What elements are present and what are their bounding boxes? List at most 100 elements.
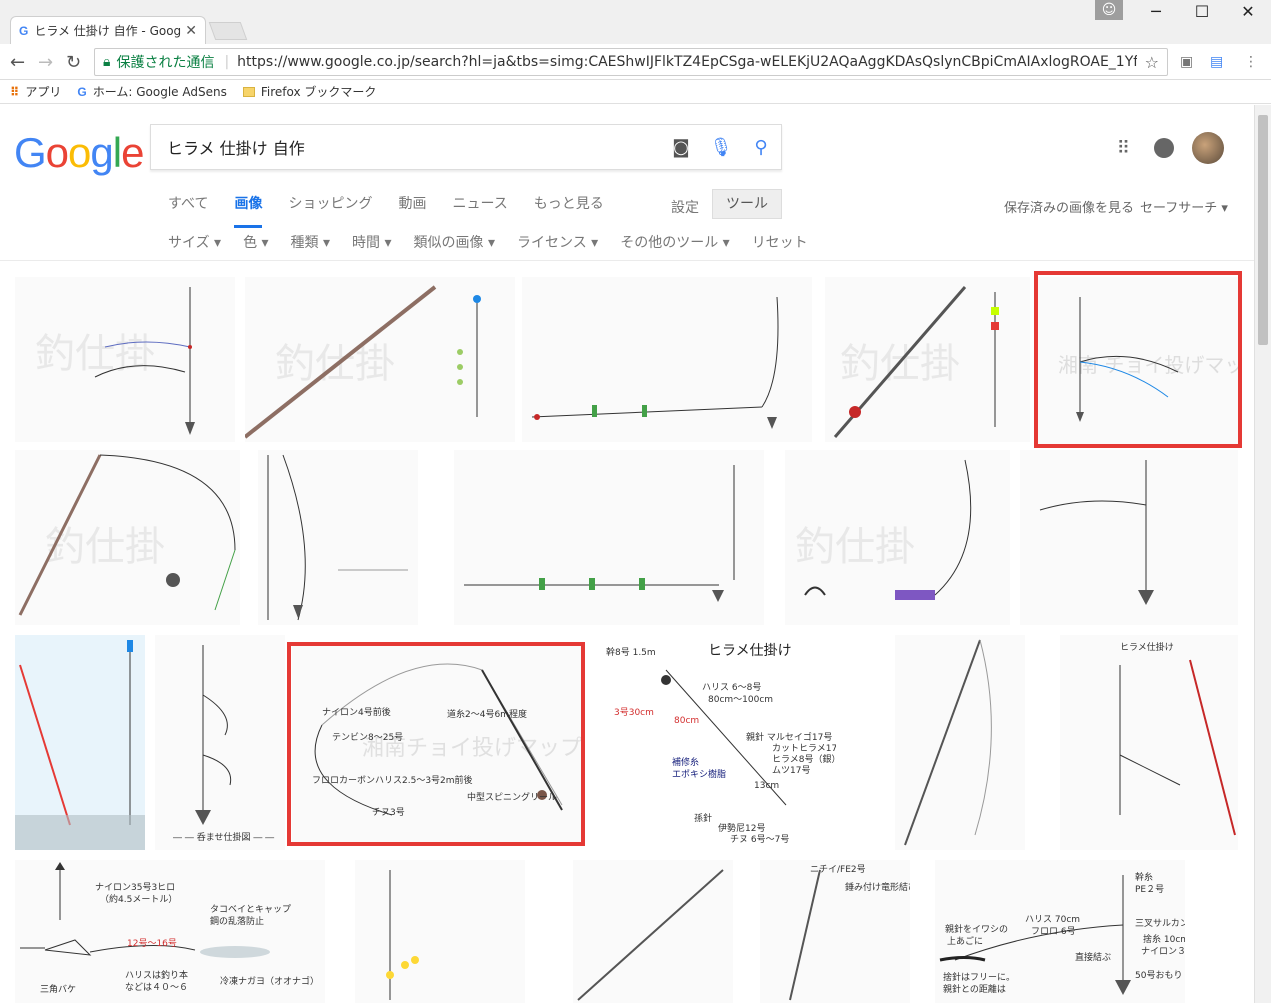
close-window-icon[interactable]: ✕ [1225, 0, 1271, 28]
label-oyabari4: ムツ17号 [772, 765, 810, 776]
result-image[interactable]: 釣仕掛 [245, 277, 515, 442]
minimize-icon[interactable]: ─ [1133, 0, 1179, 28]
extension-image-icon[interactable]: ▣ [1180, 54, 1193, 70]
notifications-icon[interactable] [1154, 138, 1174, 158]
result-image[interactable]: ナイロン35号3ヒロ （約4.5メートル） タコベイとキャップ 鋼の乱落防止 1… [15, 860, 325, 1003]
label-nylon3: ナイロン３号 [1141, 946, 1185, 957]
filter-time[interactable]: 時間 ▾ [352, 232, 391, 252]
tab-shopping[interactable]: ショッピング [288, 193, 372, 228]
tab-videos[interactable]: 動画 [398, 193, 426, 228]
fishing-rod-diagram: 釣仕掛 [245, 285, 481, 439]
rod-diagram [904, 639, 992, 846]
tools-filter-row: サイズ ▾ 色 ▾ 種類 ▾ 時間 ▾ 類似の画像 ▾ ライセンス ▾ その他の… [168, 232, 830, 252]
browser-titlebar: G ヒラメ 仕掛け 自作 - Googl ✕ ☺ ─ ☐ ✕ [0, 0, 1271, 44]
search-icon[interactable]: ⚲ [741, 137, 781, 158]
search-box[interactable]: ヒラメ 仕掛け 自作 ◙ 🎙︎ ⚲ [150, 124, 782, 170]
result-image[interactable]: 釣仕掛 [15, 277, 235, 442]
result-image[interactable] [258, 450, 418, 625]
bookmark-apps[interactable]: ⠿ アプリ [10, 83, 61, 100]
extension-translate-icon[interactable]: ▤ [1210, 54, 1223, 70]
result-image[interactable] [15, 635, 145, 850]
result-image[interactable] [522, 277, 812, 442]
filter-size[interactable]: サイズ ▾ [168, 232, 221, 252]
rig-diagram [1039, 460, 1154, 605]
label-choku: 直接結ぶ [1075, 951, 1111, 963]
avatar[interactable] [1192, 132, 1224, 164]
result-image[interactable]: 釣仕掛 [785, 450, 1010, 625]
lock-icon: 🔒︎ [103, 54, 111, 70]
camera-icon[interactable]: ◙ [661, 137, 701, 158]
settings-link[interactable]: 設定 [671, 197, 699, 217]
tab-more[interactable]: もっと見る [534, 193, 604, 228]
diagram-title: ヒラメ仕掛け [708, 643, 792, 659]
result-image[interactable] [355, 860, 525, 1003]
result-image[interactable]: 幹糸 PE２号 親針をイワシの 上あごに ハリス 70cm フロロ 6号 三叉サ… [935, 860, 1185, 1003]
label-sanbon: 三叉サルカン [1135, 918, 1185, 929]
result-image[interactable]: ヒラメ仕掛け [1060, 635, 1238, 850]
reset-link[interactable]: リセット [752, 232, 808, 252]
result-image[interactable]: ヒラメ仕掛け 幹8号 1.5m 3号30cm 80cm ハリス 6〜8号 80c… [596, 635, 836, 850]
back-icon[interactable]: ← [10, 52, 25, 73]
address-bar[interactable]: 🔒︎ 保護された通信 | https://www.google.co.jp/se… [94, 48, 1168, 76]
label-sute-free: 捨針はフリーに。 [943, 971, 1015, 983]
maximize-icon[interactable]: ☐ [1179, 0, 1225, 28]
oyabari-rig-diagram: 幹糸 PE２号 親針をイワシの 上あごに ハリス 70cm フロロ 6号 三叉サ… [939, 871, 1185, 995]
label-oyabari3: ヒラメ8号（銀） [772, 753, 836, 765]
tab-news[interactable]: ニュース [452, 193, 507, 228]
label-nishikou: ニチイ/FE2号 [810, 864, 866, 875]
bookmark-star-icon[interactable]: ☆ [1145, 53, 1159, 72]
safesearch-dropdown[interactable]: セーフサーチ ▾ [1140, 197, 1228, 216]
diagram-title: ヒラメ仕掛け [1120, 641, 1174, 653]
fishing-rig-diagram: 釣仕掛 [35, 287, 195, 435]
rod-diagram [577, 869, 724, 1001]
google-logo[interactable]: Google [14, 129, 144, 177]
filter-license[interactable]: ライセンス ▾ [517, 232, 598, 252]
user-profile-icon[interactable]: ☺ [1095, 0, 1123, 20]
saved-images-link[interactable]: 保存済みの画像を見る [1004, 197, 1134, 216]
diagram-caption: ― ― 呑ませ仕掛図 ― ― [173, 831, 274, 843]
rod-rig-diagram: 釣仕掛 [18, 454, 236, 616]
result-image[interactable]: ― ― 呑ませ仕掛図 ― ― [155, 635, 285, 850]
microphone-icon[interactable]: 🎙︎ [701, 137, 741, 158]
rig-line-diagram [464, 465, 735, 602]
browser-tab[interactable]: G ヒラメ 仕掛け 自作 - Googl ✕ [10, 16, 206, 44]
reload-icon[interactable]: ↻ [66, 52, 81, 73]
tab-all[interactable]: すべて [168, 193, 208, 228]
result-image[interactable]: ニチイ/FE2号 錘み付け竜形結び [760, 860, 910, 1003]
new-tab-button[interactable] [208, 22, 248, 40]
label-3go: 3号30cm [614, 707, 654, 718]
result-image[interactable] [573, 860, 733, 1003]
tab-images[interactable]: 画像 [234, 193, 263, 228]
bookmark-adsense[interactable]: G ホーム: Google AdSens [77, 83, 226, 100]
filter-color[interactable]: 色 ▾ [243, 232, 268, 252]
forward-icon[interactable]: → [38, 52, 53, 73]
result-image[interactable] [895, 635, 1025, 850]
menu-icon[interactable]: ⋮ [1244, 54, 1258, 70]
scrollbar-thumb[interactable] [1258, 115, 1268, 345]
tools-button[interactable]: ツール [712, 189, 782, 219]
label-reito: 冷凍ナガヨ（オオナゴ） [220, 975, 319, 987]
label-red12: 12号〜16号 [127, 938, 177, 949]
folder-icon [242, 86, 255, 97]
page-scrollbar[interactable] [1254, 105, 1271, 1003]
filter-similar[interactable]: 類似の画像 ▾ [414, 232, 495, 252]
watermark-text: 釣仕掛 [795, 524, 915, 570]
bookmark-firefox-folder[interactable]: Firefox ブックマーク [242, 83, 376, 100]
result-image[interactable]: 釣仕掛 [825, 277, 1030, 442]
result-image[interactable] [1020, 450, 1238, 625]
result-image[interactable] [454, 450, 764, 625]
url-text: https://www.google.co.jp/search?hl=ja&tb… [237, 54, 1137, 70]
hook-rig-diagram: 釣仕掛 [795, 459, 972, 600]
bookmarks-bar: ⠿ アプリ G ホーム: Google AdSens Firefox ブックマー… [0, 80, 1271, 104]
filter-other-tools[interactable]: その他のツール ▾ [620, 232, 729, 252]
label-nylon35b: （約4.5メートル） [100, 893, 177, 905]
close-tab-icon[interactable]: ✕ [185, 23, 197, 39]
search-input[interactable]: ヒラメ 仕掛け 自作 [167, 135, 661, 159]
search-tabs: すべて 画像 ショッピング 動画 ニュース もっと見る [168, 193, 630, 228]
result-image[interactable]: 釣仕掛 [15, 450, 240, 625]
apps-icon[interactable]: ⠿ [1117, 138, 1130, 159]
label-suite: 錘み付け竜形結び [845, 881, 910, 893]
sea-rig-diagram [15, 640, 145, 850]
hirame-rig-diagram: ヒラメ仕掛け 幹8号 1.5m 3号30cm 80cm ハリス 6〜8号 80c… [606, 643, 836, 845]
filter-type[interactable]: 種類 ▾ [291, 232, 330, 252]
